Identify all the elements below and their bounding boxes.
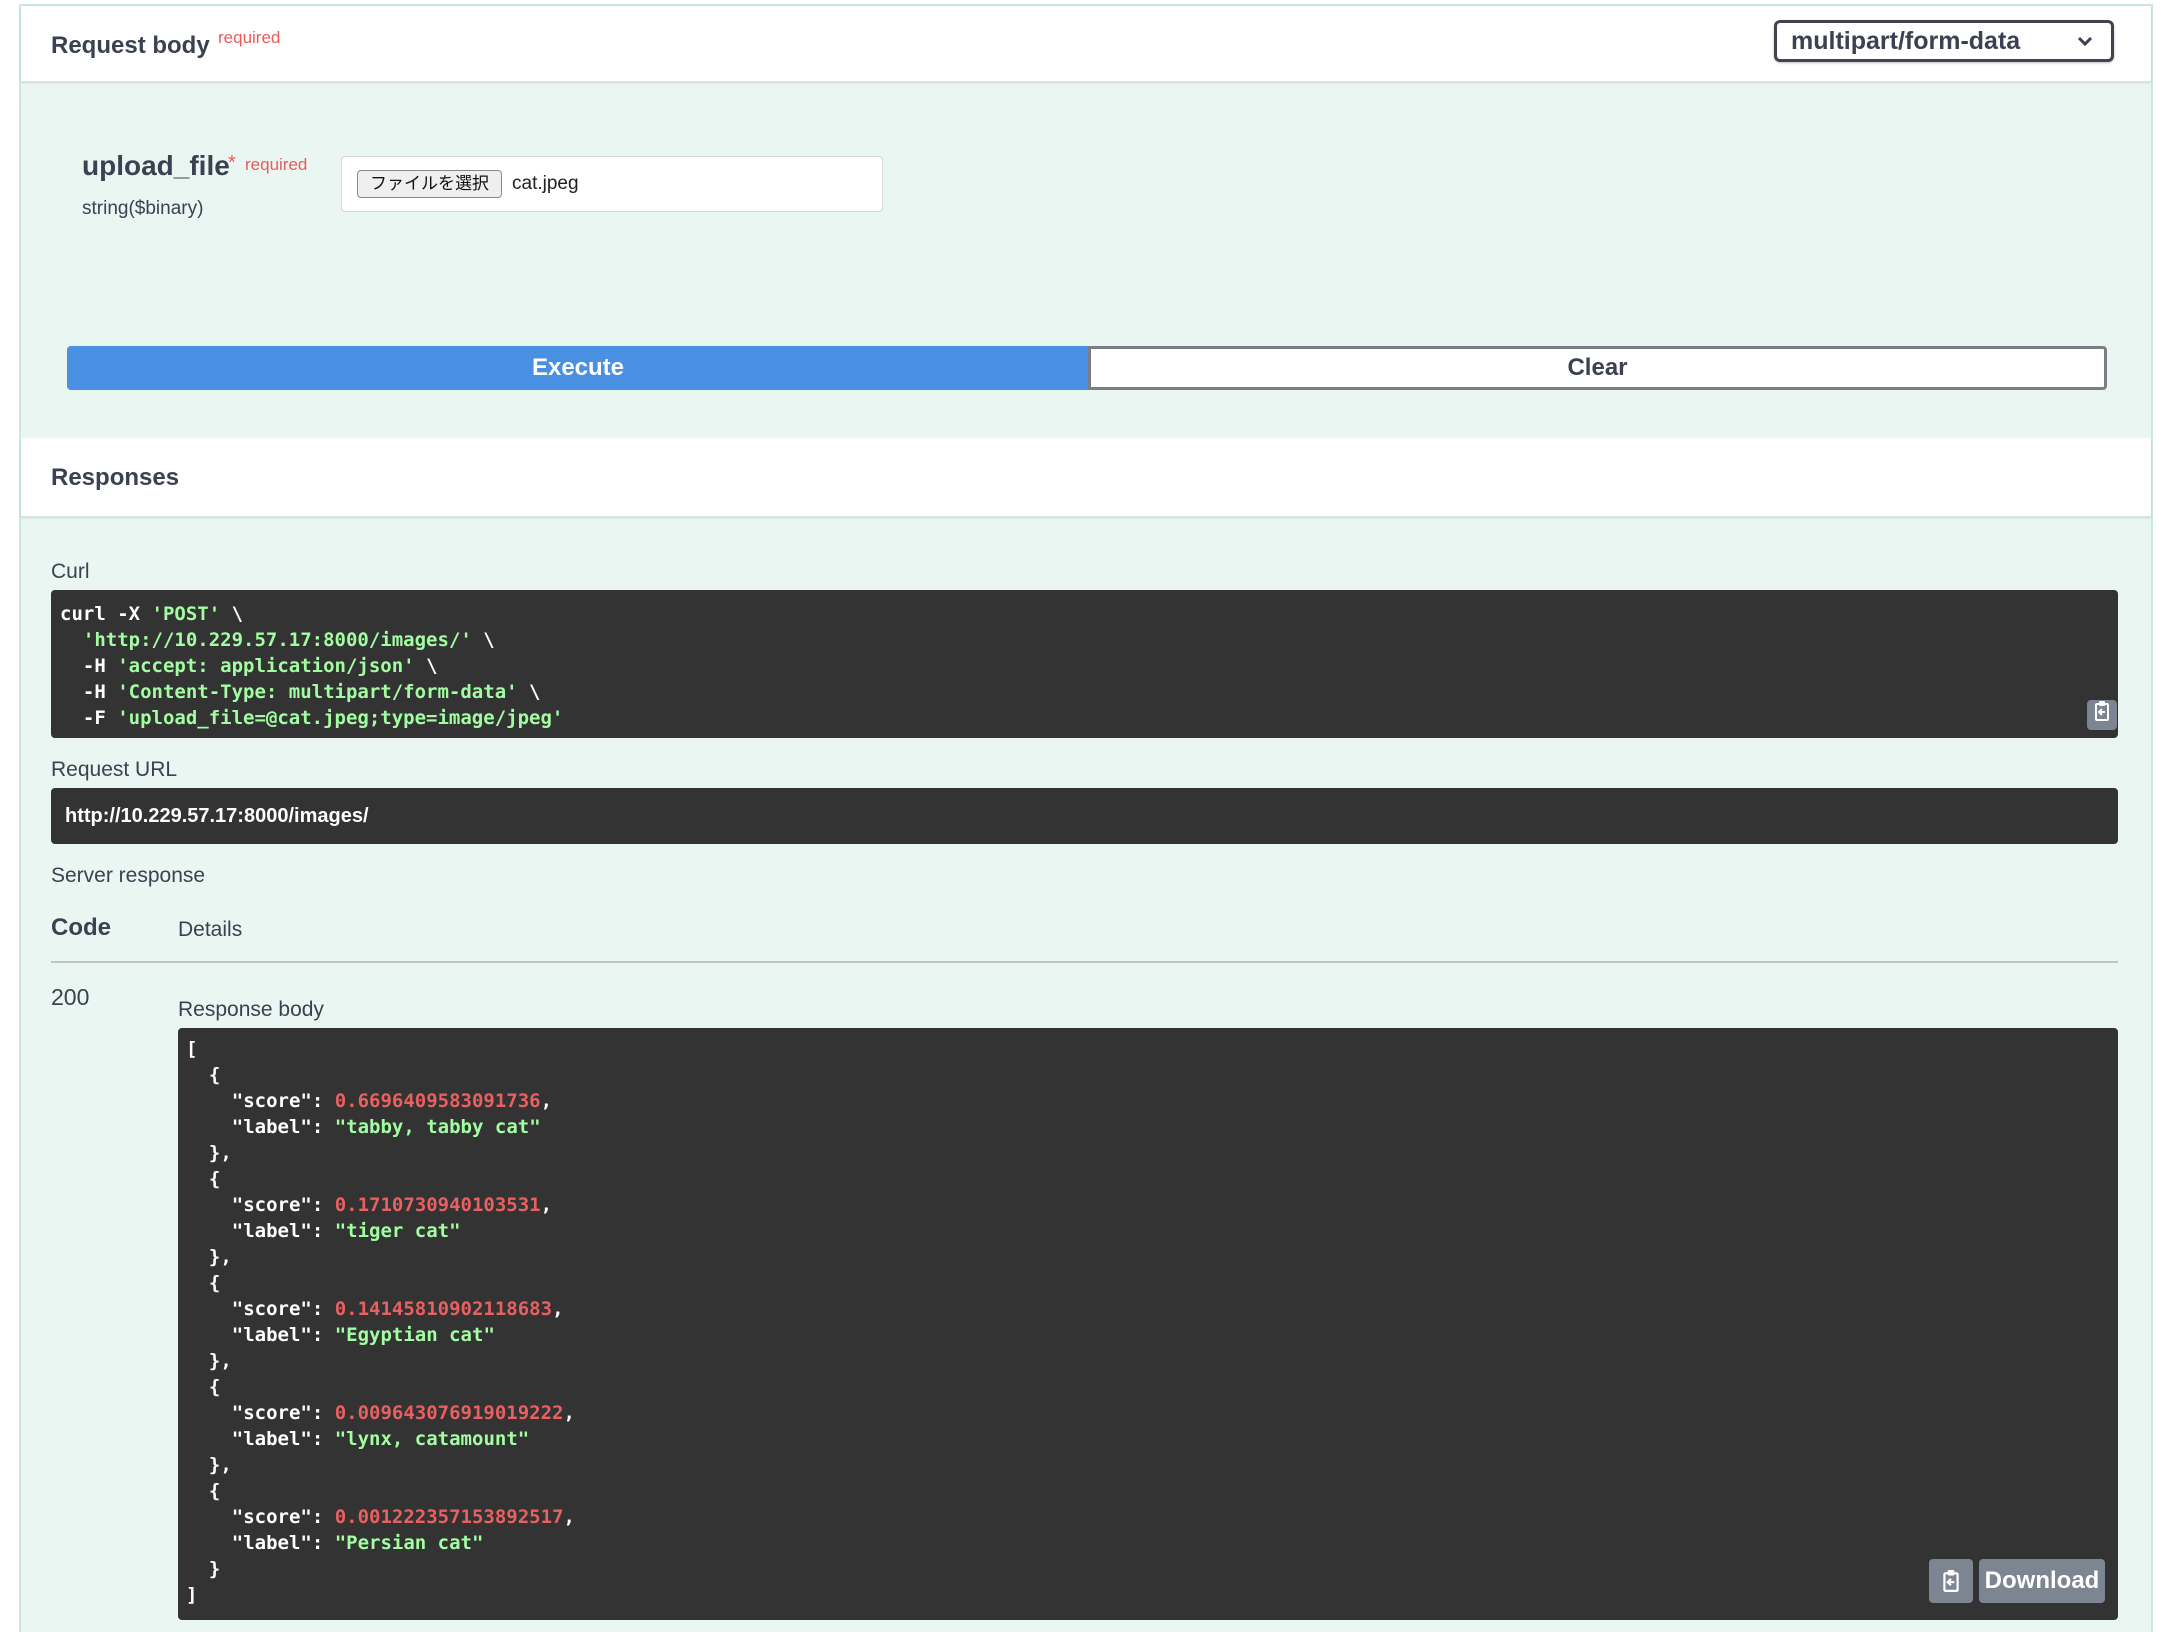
curl-line: -F 'upload_file=@cat.jpeg;type=image/jpe…	[60, 707, 564, 729]
json-label-line: "label": "tabby, tabby cat"	[186, 1116, 541, 1138]
status-code: 200	[51, 984, 90, 1010]
file-input[interactable]: ファイルを選択 cat.jpeg	[341, 156, 883, 212]
json-score-line: "score": 0.14145810902118683,	[186, 1298, 564, 1320]
selected-file-name: cat.jpeg	[512, 173, 579, 194]
table-divider	[51, 961, 2118, 963]
content-type-select[interactable]: multipart/form-data	[1774, 20, 2114, 62]
json-label-line: "label": "lynx, catamount"	[186, 1428, 530, 1450]
server-response-label: Server response	[51, 864, 206, 887]
curl-line: curl -X 'POST' \	[60, 603, 244, 625]
request-body-header: Request body required multipart/form-dat…	[21, 6, 2151, 82]
response-body-label: Response body	[178, 998, 324, 1021]
chevron-down-icon	[2077, 27, 2093, 53]
clear-button[interactable]: Clear	[1088, 346, 2107, 390]
curl-line: 'http://10.229.57.17:8000/images/' \	[82, 629, 495, 651]
choose-file-button[interactable]: ファイルを選択	[357, 170, 502, 198]
param-name: upload_file	[82, 150, 230, 181]
operation-panel: Request body required multipart/form-dat…	[19, 4, 2153, 1632]
details-column-header: Details	[178, 918, 243, 941]
json-label-line: "label": "Persian cat"	[186, 1532, 484, 1554]
json-label-line: "label": "Egyptian cat"	[186, 1324, 495, 1346]
curl-code-block[interactable]: curl -X 'POST' \ 'http://10.229.57.17:80…	[51, 590, 2118, 738]
copy-to-clipboard-icon[interactable]	[2087, 700, 2117, 730]
download-button[interactable]: Download	[1979, 1559, 2105, 1603]
curl-label: Curl	[51, 560, 90, 583]
json-label-line: "label": "tiger cat"	[186, 1220, 461, 1242]
request-url-label: Request URL	[51, 758, 178, 781]
curl-line: -H 'Content-Type: multipart/form-data' \	[60, 681, 541, 703]
request-body-title: Request body	[51, 32, 210, 59]
code-column-header: Code	[51, 914, 111, 941]
responses-header: Responses	[21, 438, 2151, 517]
copy-to-clipboard-icon[interactable]	[1929, 1559, 1973, 1603]
execute-button[interactable]: Execute	[67, 346, 1089, 390]
json-score-line: "score": 0.1710730940103531,	[186, 1194, 553, 1216]
content-type-value: multipart/form-data	[1791, 27, 2021, 55]
json-score-line: "score": 0.009643076919019222,	[186, 1402, 575, 1424]
required-star: *	[228, 152, 236, 174]
required-marker: required	[218, 28, 281, 47]
json-score-line: "score": 0.6696409583091736,	[186, 1090, 553, 1112]
param-type: string($binary)	[82, 198, 204, 219]
response-body-block[interactable]: [ { "score": 0.6696409583091736, "label"…	[178, 1028, 2118, 1620]
json-score-line: "score": 0.001222357153892517,	[186, 1506, 575, 1528]
responses-title: Responses	[51, 464, 180, 491]
param-required-label: required	[245, 155, 308, 174]
request-url-box[interactable]: http://10.229.57.17:8000/images/	[51, 788, 2118, 844]
curl-line: -H 'accept: application/json' \	[60, 655, 438, 677]
